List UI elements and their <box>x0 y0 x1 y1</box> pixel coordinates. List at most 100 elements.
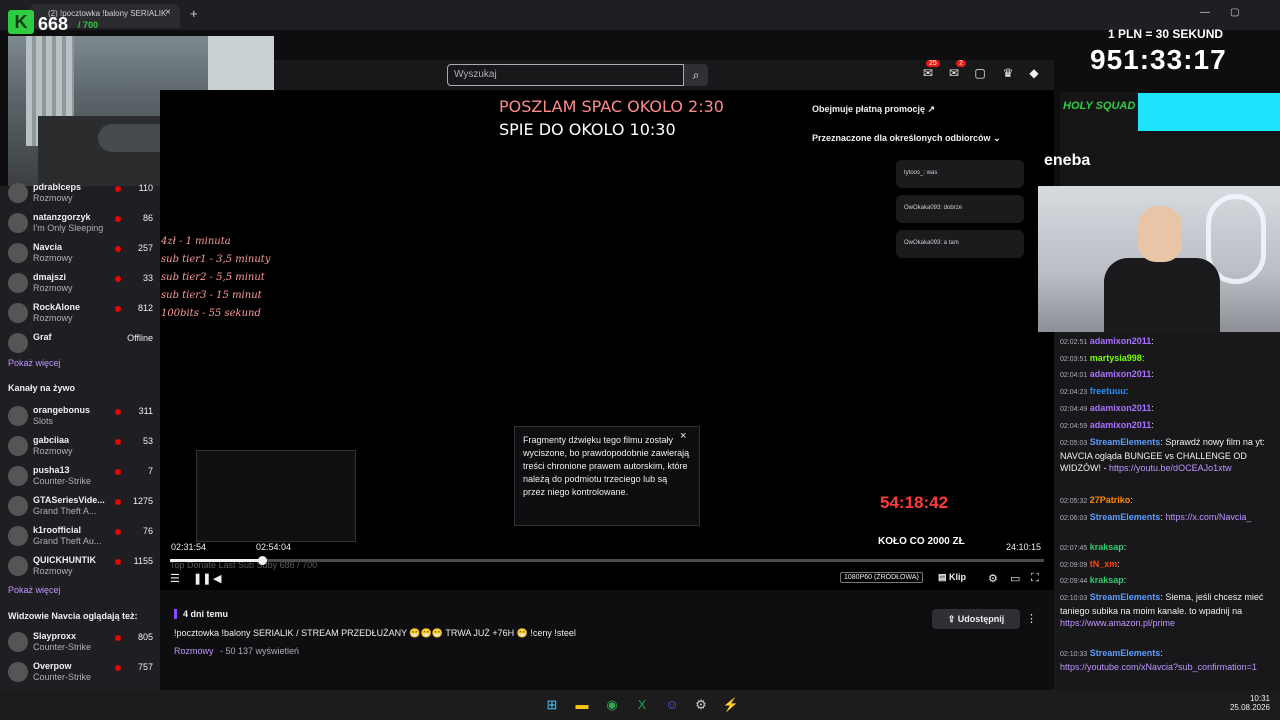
channel-game: I'm Only Sleeping <box>33 223 104 233</box>
chat-text: : <box>1123 542 1127 552</box>
sidebar-channel[interactable]: GTASeriesVide... Grand Theft A... 1275 <box>8 493 153 521</box>
sidebar-channel[interactable]: natanzgorzyk I'm Only Sleeping 86 <box>8 210 153 238</box>
chat-username[interactable]: kraksap <box>1090 575 1124 585</box>
share-button[interactable]: ⇪ Udostępnij <box>932 609 1020 629</box>
quality-badge[interactable]: 1080P60 (ŹRÓDŁOWA) <box>840 572 923 583</box>
sidebar-channel[interactable]: pusha13 Counter-Strike 7 <box>8 463 153 491</box>
viewer-count: 805 <box>137 632 153 642</box>
live-dot-icon <box>115 665 121 671</box>
chat-timestamp: 02:10:03 <box>1060 595 1088 602</box>
sub-count: 668 <box>38 14 69 34</box>
bits-icon[interactable]: ◆ <box>1026 66 1042 82</box>
maximize-icon[interactable]: ▢ <box>1230 7 1239 18</box>
chat-username[interactable]: StreamElements <box>1090 648 1161 658</box>
chat-link[interactable]: https://youtu.be/dOCEAJo1xtw <box>1109 463 1232 473</box>
chat-username[interactable]: StreamElements <box>1090 592 1161 602</box>
chat-timestamp: 02:03:51 <box>1060 356 1088 363</box>
chat-message: 02:10:33 StreamElements: https://youtube… <box>1060 647 1276 673</box>
steam-icon[interactable]: ⚙ <box>692 696 710 714</box>
channel-name: gabciiaa <box>33 435 70 445</box>
video-info-panel <box>160 590 1054 696</box>
live-dot-icon <box>115 306 121 312</box>
more-options-icon[interactable]: ⋮ <box>1026 612 1037 625</box>
sidebar-channel[interactable]: QUICKHUNTIK Rozmowy 1155 <box>8 553 153 581</box>
chat-username[interactable]: adamixon2011 <box>1090 369 1152 379</box>
notifications-icon[interactable]: ✉ <box>920 66 936 82</box>
chat-timestamp: 02:09:44 <box>1060 578 1088 585</box>
paid-promotion-label[interactable]: Obejmuje płatną promocję ↗ <box>812 104 935 115</box>
channel-name: GTASeriesVide... <box>33 495 105 505</box>
chat-text: : <box>1151 369 1154 379</box>
settings-icon[interactable]: ⚙ <box>988 572 998 585</box>
channel-game: Counter-Strike <box>33 672 92 682</box>
excel-icon[interactable]: X <box>633 696 651 714</box>
seek-handle[interactable] <box>258 556 267 565</box>
avatar <box>8 662 28 682</box>
tab-close-icon[interactable]: × <box>165 7 171 18</box>
sidebar-channel[interactable]: Overpow Counter-Strike 757 <box>8 659 153 687</box>
volume-icon[interactable]: ◀ <box>213 572 221 585</box>
sub-goal: / 700 <box>78 20 99 30</box>
sidebar-channel[interactable]: orangebonus Slots 311 <box>8 403 153 431</box>
targeted-audience-label[interactable]: Przeznaczone dla określonych odbiorców ⌄ <box>812 133 1001 144</box>
discord-icon[interactable]: ☺ <box>663 696 681 714</box>
sponsor-logo-box <box>1138 93 1280 131</box>
sidebar-channel[interactable]: pdrablceps Rozmowy 110 <box>8 180 153 208</box>
price-line: sub tier3 - 15 minut <box>161 290 262 301</box>
wheel-countdown: 54:18:42 <box>880 493 949 512</box>
show-more-link[interactable]: Pokaż więcej <box>8 358 61 368</box>
fullscreen-icon[interactable]: ⛶ <box>1031 572 1039 585</box>
show-more-link[interactable]: Pokaż więcej <box>8 585 61 595</box>
channel-name: Overpow <box>33 661 72 671</box>
chat-username[interactable]: adamixon2011 <box>1090 336 1152 346</box>
pause-icon[interactable]: ❚❚ <box>193 572 211 585</box>
seek-bar[interactable] <box>170 559 1044 562</box>
minimize-icon[interactable]: — <box>1200 7 1210 18</box>
whispers-icon[interactable]: ✉ <box>946 66 962 82</box>
chat-username[interactable]: adamixon2011 <box>1090 403 1152 413</box>
sidebar-channel[interactable]: Slayproxx Counter-Strike 805 <box>8 629 153 657</box>
sidebar-channel[interactable]: Graf Offline <box>8 330 153 358</box>
chat-username[interactable]: kraksap <box>1090 542 1124 552</box>
chat-link[interactable]: https://www.amazon.pl/prime <box>1060 618 1175 628</box>
clip-button[interactable]: ▤ Klip <box>938 572 966 583</box>
theatre-mode-icon[interactable]: ▭ <box>1010 572 1020 585</box>
chat-icon[interactable]: ▢ <box>972 66 988 82</box>
sidebar-channel[interactable]: k1roofficial Grand Theft Au... 76 <box>8 523 153 551</box>
channel-game: Rozmowy <box>33 446 73 456</box>
sidebar-channel[interactable]: dmajszi Rozmowy 33 <box>8 270 153 298</box>
chat-username[interactable]: freetuuu <box>1090 386 1126 396</box>
chat-timestamp: 02:04:23 <box>1060 389 1088 396</box>
chat-username[interactable]: StreamElements <box>1090 512 1161 522</box>
file-explorer-icon[interactable]: ▬ <box>573 696 591 714</box>
chat-username[interactable]: tN_xm <box>1090 559 1118 569</box>
playlist-icon[interactable]: ☰ <box>170 572 180 585</box>
chat-text: : <box>1117 559 1120 569</box>
chat-username[interactable]: 27Patriko <box>1090 495 1131 505</box>
whispers-badge: 2 <box>956 60 966 67</box>
sidebar-channel[interactable]: Navcia Rozmowy 257 <box>8 240 153 268</box>
search-icon[interactable]: ⌕ <box>684 64 708 86</box>
chat-username[interactable]: StreamElements <box>1090 437 1161 447</box>
viewer-count: 1275 <box>132 496 153 506</box>
live-dot-icon <box>115 499 121 505</box>
sidebar-channel[interactable]: RockAlone Rozmowy 812 <box>8 300 153 328</box>
live-dot-icon <box>115 409 121 415</box>
chrome-icon[interactable]: ◉ <box>603 696 621 714</box>
chat-username[interactable]: martysia998 <box>1090 353 1142 363</box>
video-category-link[interactable]: Rozmowy <box>174 646 214 656</box>
channel-game: Grand Theft A... <box>33 506 97 516</box>
chat-link[interactable]: https://x.com/Navcia_ <box>1165 512 1251 522</box>
live-dot-icon <box>115 635 121 641</box>
chat-timestamp: 02:05:03 <box>1060 440 1088 447</box>
close-icon[interactable]: × <box>680 430 686 442</box>
chat-username[interactable]: adamixon2011 <box>1090 420 1152 430</box>
chat-link[interactable]: https://youtube.com/xNavcia?sub_confirma… <box>1060 662 1257 672</box>
video-title: !pocztowka !balony SERIALIK / STREAM PRZ… <box>174 628 576 638</box>
app-icon[interactable]: ⚡ <box>722 696 740 714</box>
new-tab-button[interactable]: + <box>190 6 198 21</box>
search-input[interactable]: Wyszukaj <box>447 64 684 86</box>
sidebar-channel[interactable]: gabciiaa Rozmowy 53 <box>8 433 153 461</box>
prime-icon[interactable]: ♛ <box>1000 66 1016 82</box>
start-icon[interactable]: ⊞ <box>543 696 561 714</box>
